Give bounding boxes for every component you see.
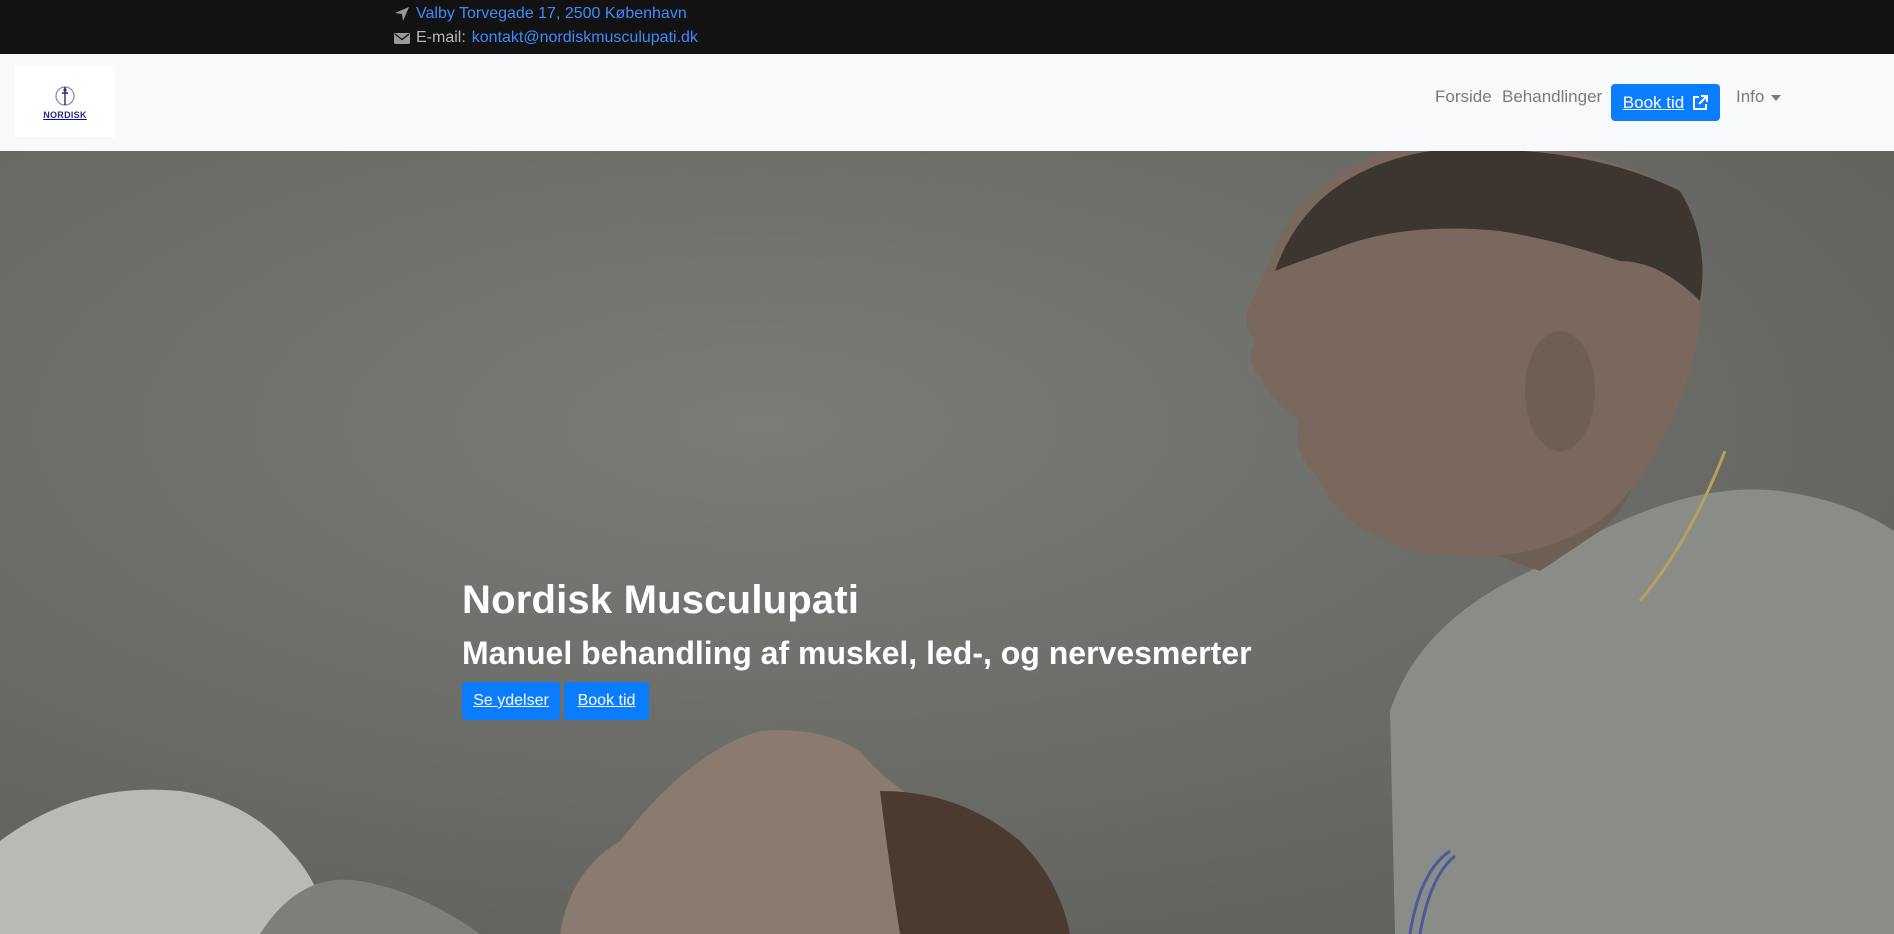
hero-background-photo <box>0 151 1894 934</box>
se-ydelser-button[interactable]: Se ydelser <box>462 682 560 720</box>
book-tid-button[interactable]: Book tid <box>1611 84 1720 121</box>
hero-subtitle: Manuel behandling af muskel, led-, og ne… <box>462 635 1252 671</box>
contact-bar: Valby Torvegade 17, 2500 København E-mai… <box>0 0 1894 54</box>
nav-info-label: Info <box>1736 87 1765 106</box>
logo-figure-icon <box>55 85 75 106</box>
logo-text: NORDISK <box>43 109 87 120</box>
email-row: E-mail: kontakt@nordiskmusculupati.dk <box>394 29 698 47</box>
external-link-icon <box>1693 94 1709 110</box>
nav-behandlinger[interactable]: Behandlinger <box>1502 87 1602 107</box>
envelope-icon <box>394 33 410 44</box>
hero-section: Nordisk Musculupati Manuel behandling af… <box>0 151 1894 934</box>
email-link[interactable]: kontakt@nordiskmusculupati.dk <box>472 29 698 47</box>
nav-info-dropdown[interactable]: Info <box>1736 87 1782 107</box>
address-link[interactable]: Valby Torvegade 17, 2500 København <box>416 5 687 23</box>
hero-title: Nordisk Musculupati <box>462 578 860 622</box>
book-tid-label: Book tid <box>1622 92 1685 112</box>
email-label: E-mail: <box>416 29 466 46</box>
chevron-down-icon <box>1771 94 1782 101</box>
address-row: Valby Torvegade 17, 2500 København <box>394 5 687 23</box>
hero-content: Nordisk Musculupati Manuel behandling af… <box>462 578 1252 720</box>
nav-forside[interactable]: Forside <box>1435 87 1492 107</box>
main-navbar: NORDISK Forside Behandlinger Book tid In… <box>0 54 1894 151</box>
location-arrow-icon <box>395 7 409 21</box>
site-logo[interactable]: NORDISK <box>15 66 115 137</box>
hero-book-tid-button[interactable]: Book tid <box>564 682 649 720</box>
